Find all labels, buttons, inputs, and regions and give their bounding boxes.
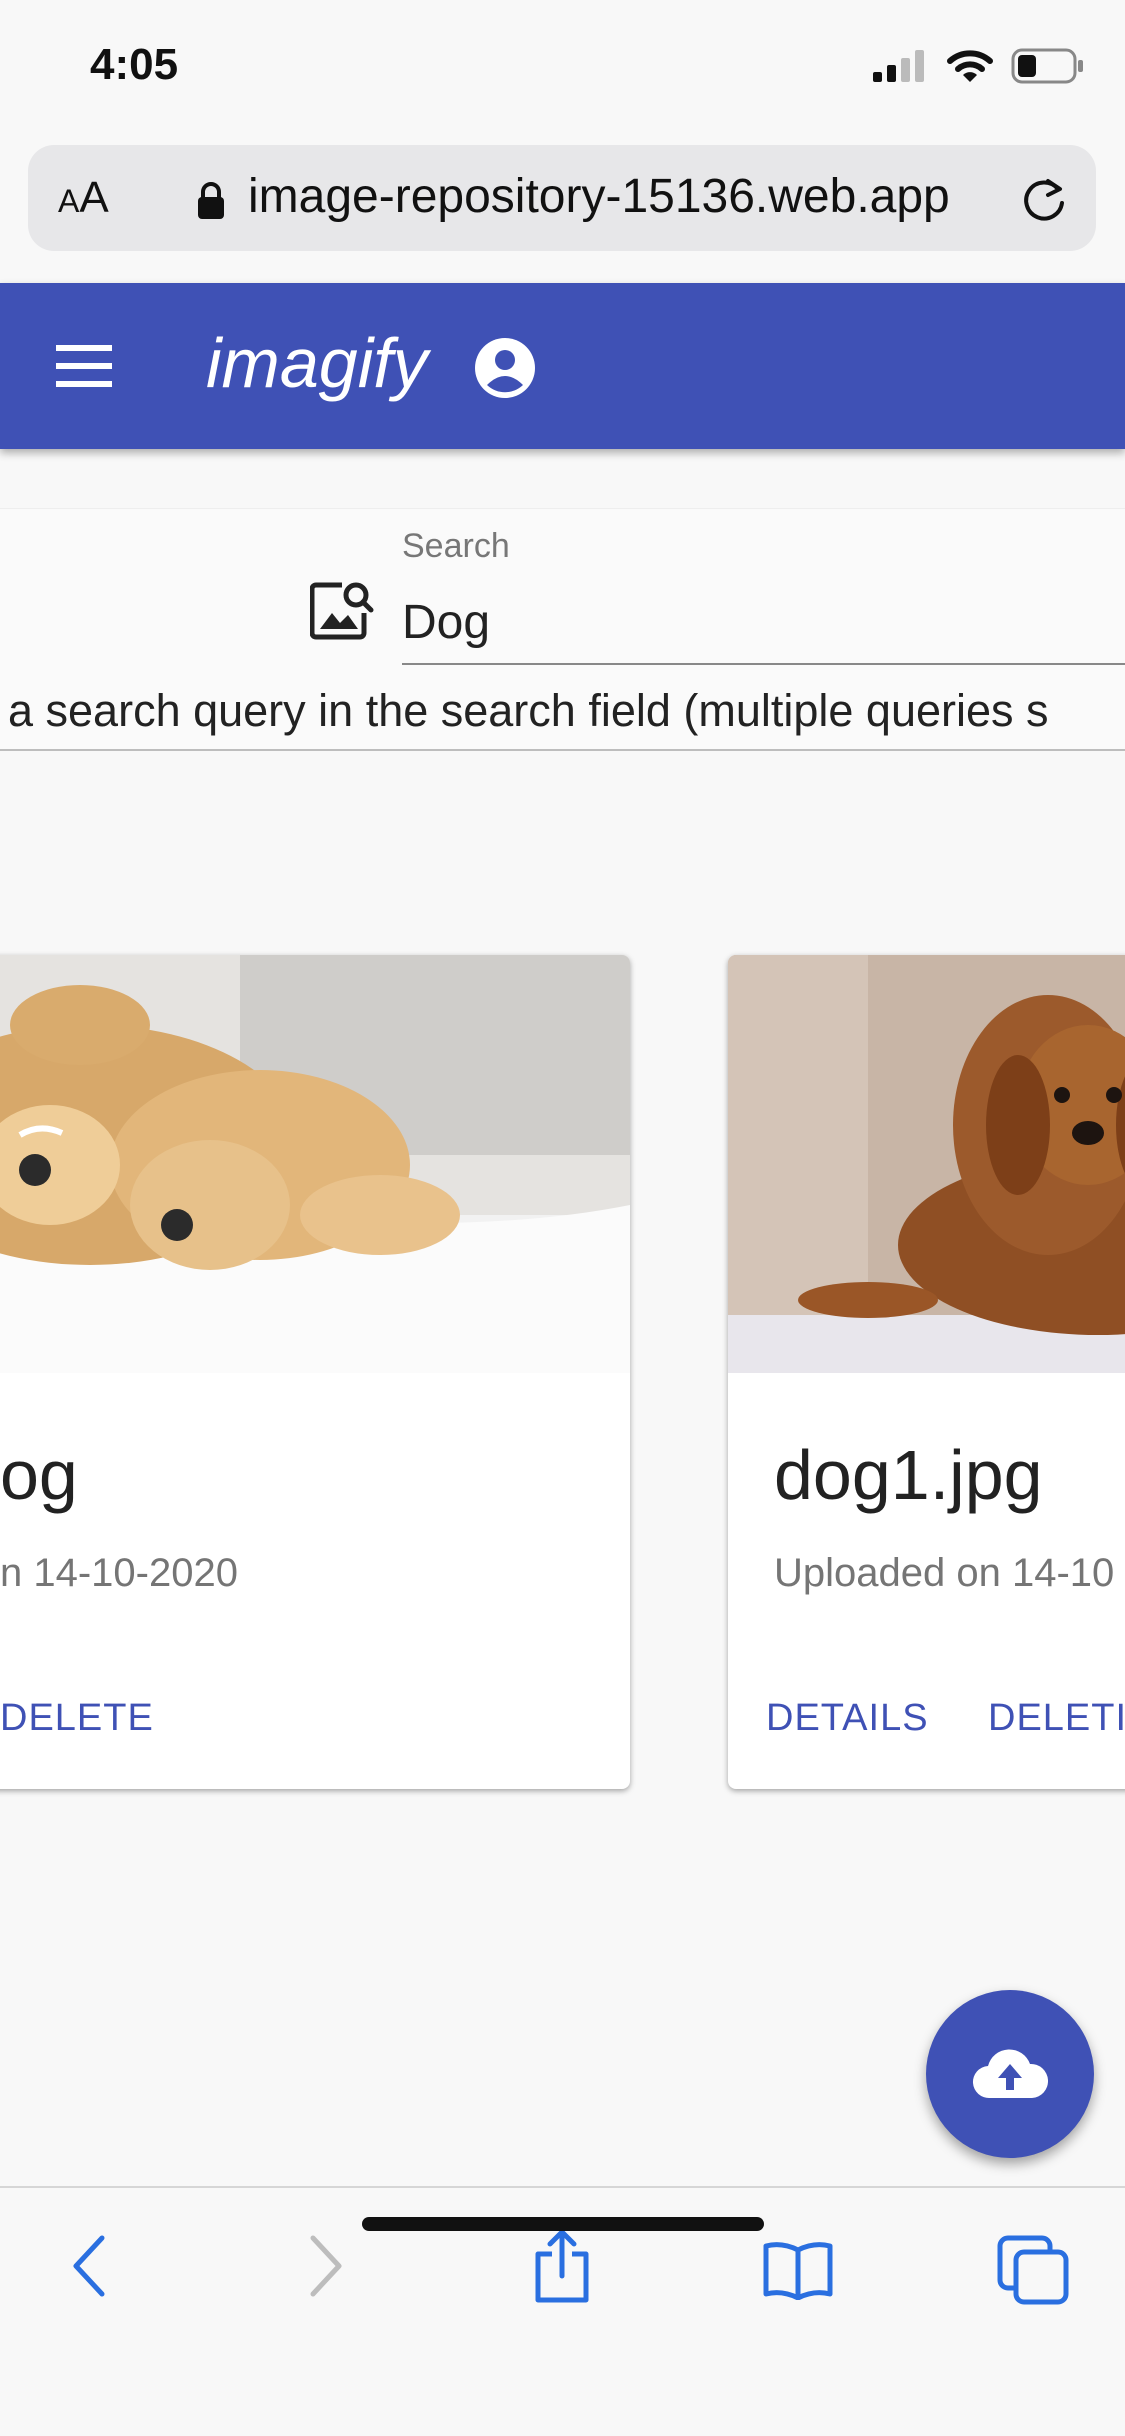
image-search-icon xyxy=(310,582,374,640)
share-icon[interactable] xyxy=(530,2228,594,2304)
reload-icon[interactable] xyxy=(1018,173,1070,225)
image-card: og n 14-10-2020 DELETE xyxy=(0,955,630,1789)
card-image[interactable] xyxy=(728,955,1125,1373)
search-hint: a search query in the search field (mult… xyxy=(8,685,1049,736)
address-bar[interactable]: AA image-repository-15136.web.app xyxy=(28,145,1096,251)
app-bar: imagify xyxy=(0,283,1125,449)
delete-button[interactable]: DELETI xyxy=(988,1697,1125,1740)
status-icons xyxy=(873,48,1085,84)
status-bar: 4:05 xyxy=(0,0,1125,140)
status-time: 4:05 xyxy=(90,40,179,89)
bookmarks-icon[interactable] xyxy=(762,2240,834,2300)
details-button[interactable]: DETAILS xyxy=(766,1697,929,1740)
home-indicator xyxy=(362,2217,764,2231)
card-image[interactable] xyxy=(0,955,630,1373)
search-label: Search xyxy=(402,527,510,565)
lock-icon xyxy=(198,182,224,219)
menu-icon[interactable] xyxy=(56,345,112,387)
app-title: imagify xyxy=(206,324,428,402)
tabs-icon[interactable] xyxy=(996,2234,1070,2306)
image-card: dog1.jpg Uploaded on 14-10 DETAILS DELET… xyxy=(728,955,1125,1789)
card-title: dog1.jpg xyxy=(774,1436,1043,1514)
text-size-button[interactable]: AA xyxy=(58,173,109,223)
back-icon[interactable] xyxy=(70,2234,110,2298)
wifi-icon xyxy=(947,50,993,82)
forward-icon[interactable] xyxy=(305,2234,345,2298)
card-title: og xyxy=(0,1436,78,1514)
page: 4:05 AA image-repository-15136.web.app i… xyxy=(0,0,1125,2436)
url-text[interactable]: image-repository-15136.web.app xyxy=(248,169,950,224)
upload-button[interactable] xyxy=(926,1990,1094,2158)
card-subtitle: Uploaded on 14-10 xyxy=(774,1551,1115,1595)
battery-icon xyxy=(1011,48,1083,84)
cellular-signal-icon xyxy=(873,50,924,82)
card-subtitle: n 14-10-2020 xyxy=(0,1551,238,1595)
search-section: Search a search query in the search fiel… xyxy=(0,508,1125,751)
cloud-upload-icon xyxy=(973,2049,1048,2099)
delete-button[interactable]: DELETE xyxy=(0,1697,154,1740)
search-input[interactable] xyxy=(402,581,1125,665)
account-circle-icon[interactable] xyxy=(474,337,536,399)
